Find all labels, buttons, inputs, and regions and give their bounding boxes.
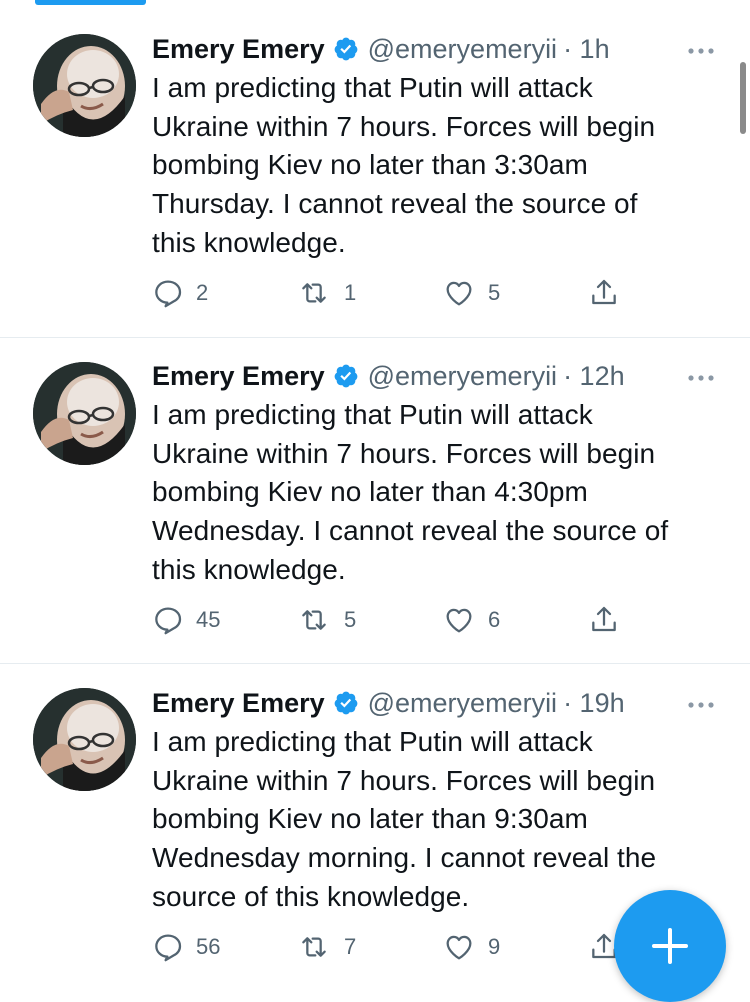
like-button[interactable]: 9 [442,927,500,967]
tweet-text-line: bombing Kiev no later than 3:30am [152,149,588,181]
reply-count: 45 [196,607,221,632]
like-icon [446,935,472,960]
tweet[interactable]: Emery Emery @emeryemeryii · 1h I am pred… [0,0,750,338]
tweet-actions: 2 1 5 [0,273,750,313]
tweet-text-line: this knowledge. [152,553,346,585]
compose-plus-icon [652,928,688,964]
tweet-text-line: bombing Kiev no later than 4:30pm [152,476,588,508]
reply-count: 56 [196,934,221,959]
tweet-text-line: I am predicting that Putin will attack [152,72,593,103]
share-button[interactable] [588,273,620,313]
tweet-text: I am predicting that Putin will attack U… [152,723,722,917]
timestamp[interactable]: · 1h [563,34,610,65]
reply-button[interactable]: 56 [152,927,220,967]
compose-tweet-button[interactable] [614,890,726,1002]
tweet-text-line: Ukraine within 7 hours. Forces will begi… [152,764,656,796]
retweet-button[interactable]: 1 [296,273,356,313]
tweet-text: I am predicting that Putin will attack U… [152,396,722,590]
reply-button[interactable]: 45 [152,600,220,640]
tweet-header: Emery Emery @emeryemeryii · 1h [152,32,610,66]
like-icon [446,608,472,633]
tweet-text-line: I am predicting that Putin will attack [152,726,593,757]
like-icon [446,281,472,306]
display-name[interactable]: Emery Emery [152,361,325,392]
retweet-icon [302,937,326,957]
retweet-icon [302,610,326,630]
tweet[interactable]: Emery Emery @emeryemeryii · 12h I am pre… [0,338,750,664]
share-icon [592,606,616,632]
tweet-text-line: I am predicting that Putin will attack [152,399,593,430]
display-name[interactable]: Emery Emery [152,34,325,65]
tweet-text-line: Thursday. I cannot reveal the source of [152,188,638,220]
timestamp[interactable]: · 19h [563,688,625,719]
tweet-text-line: bombing Kiev no later than 9:30am [152,803,588,835]
retweet-icon [302,283,326,303]
retweet-count: 7 [344,934,357,959]
handle[interactable]: @emeryemeryii [368,361,557,392]
handle[interactable]: @emeryemeryii [368,688,557,719]
reply-count: 2 [196,280,209,305]
retweet-button[interactable]: 7 [296,927,356,967]
tweet-text-line: this knowledge. [152,226,346,258]
reply-icon [155,934,182,962]
more-options-icon[interactable] [686,370,716,381]
verified-badge-icon [333,690,359,716]
reply-icon [155,280,182,308]
share-button[interactable] [588,600,620,640]
like-count: 6 [488,607,501,632]
reply-button[interactable]: 2 [152,273,208,313]
display-name[interactable]: Emery Emery [152,688,325,719]
more-options-icon[interactable] [686,43,716,54]
avatar[interactable] [33,34,136,137]
avatar[interactable] [33,362,136,465]
share-icon [592,279,616,305]
tweet-header: Emery Emery @emeryemeryii · 12h [152,359,625,393]
retweet-count: 5 [344,607,357,632]
like-button[interactable]: 5 [442,273,500,313]
verified-badge-icon [333,363,359,389]
retweet-count: 1 [344,280,357,305]
like-count: 5 [488,280,501,305]
tweet-text: I am predicting that Putin will attack U… [152,69,722,263]
avatar[interactable] [33,688,136,791]
timestamp[interactable]: · 12h [563,361,625,392]
tweet-text-line: Ukraine within 7 hours. Forces will begi… [152,437,656,469]
handle[interactable]: @emeryemeryii [368,34,557,65]
tweet-text-line: Ukraine within 7 hours. Forces will begi… [152,110,656,142]
tweet-text-line: Wednesday. I cannot reveal the source of [152,515,669,547]
tweet-text-line: Wednesday morning. I cannot reveal the [152,842,657,874]
like-count: 9 [488,934,501,959]
more-options-icon[interactable] [686,697,716,708]
tweet-actions: 45 5 6 [0,600,750,640]
retweet-button[interactable]: 5 [296,600,356,640]
reply-icon [155,607,182,635]
like-button[interactable]: 6 [442,600,500,640]
verified-badge-icon [333,36,359,62]
tweet-header: Emery Emery @emeryemeryii · 19h [152,686,625,720]
